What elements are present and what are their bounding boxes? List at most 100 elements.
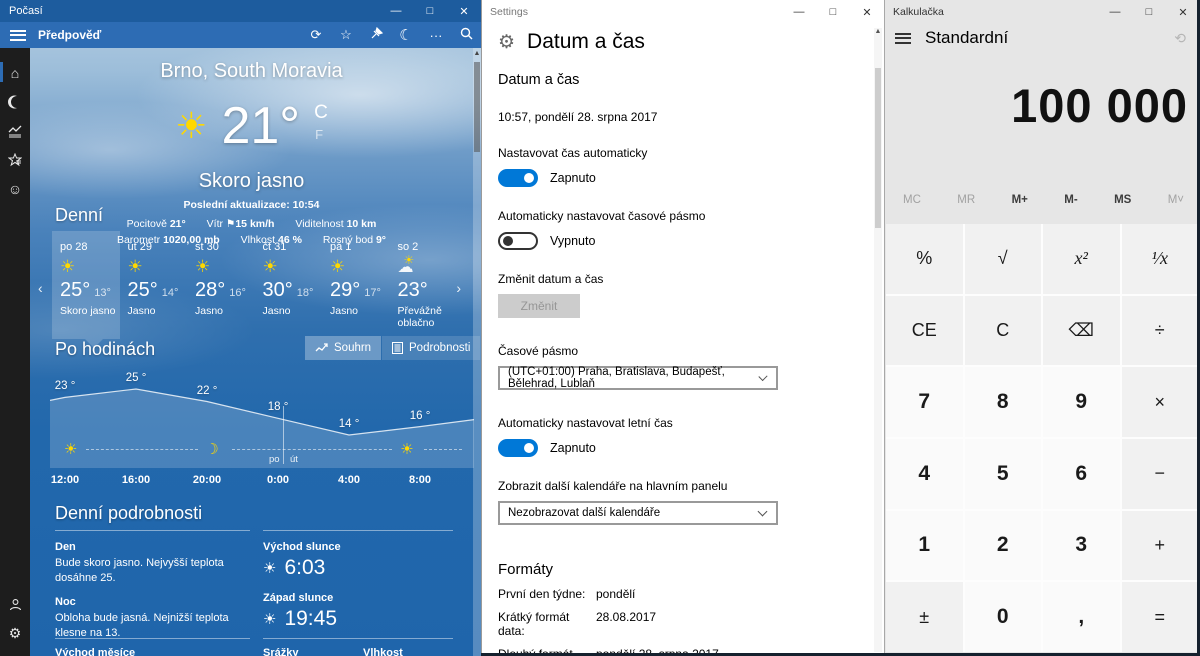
calc-button-clear-entry[interactable]: CE xyxy=(886,296,963,366)
auto-timezone-toggle[interactable] xyxy=(498,232,538,250)
daily-next-arrow[interactable]: › xyxy=(456,280,461,296)
search-icon[interactable] xyxy=(451,27,481,43)
celsius-toggle[interactable]: C xyxy=(314,103,328,122)
hamburger-menu-icon[interactable] xyxy=(10,30,26,41)
weather-scrollbar[interactable]: ▲ xyxy=(473,48,481,656)
close-button[interactable]: ✕ xyxy=(1166,0,1200,24)
chart-temp-label: 18 ° xyxy=(263,401,293,413)
pin-icon[interactable] xyxy=(361,27,391,43)
minimize-button[interactable]: — xyxy=(379,0,413,22)
chart-temp-label: 23 ° xyxy=(50,380,80,392)
calc-button-seven[interactable]: 7 xyxy=(886,367,963,437)
chart-axis-label: 8:00 xyxy=(398,474,442,486)
calc-button-six[interactable]: 6 xyxy=(1043,439,1120,509)
calc-button-two[interactable]: 2 xyxy=(965,511,1042,581)
hamburger-menu-icon[interactable] xyxy=(895,33,911,44)
calc-button-square[interactable]: x² xyxy=(1043,224,1120,294)
calc-button-eight[interactable]: 8 xyxy=(965,367,1042,437)
day-card[interactable]: pá 1 ☀ 29°17° Jasno xyxy=(322,231,390,339)
calc-button-subtract[interactable]: − xyxy=(1122,439,1199,509)
settings-content: ⚙ Datum a čas Datum a čas 10:57, pondělí… xyxy=(498,24,854,656)
sidebar-item-home[interactable]: ⌂ xyxy=(0,58,30,87)
extra-calendars-dropdown[interactable]: Nezobrazovat další kalendáře xyxy=(498,501,778,525)
maximize-button[interactable]: □ xyxy=(816,0,850,24)
change-button[interactable]: Změnit xyxy=(498,294,580,318)
calculator-mode[interactable]: Standardní xyxy=(925,28,1174,48)
memory-subtract-button[interactable]: M- xyxy=(1064,194,1077,206)
calc-button-three[interactable]: 3 xyxy=(1043,511,1120,581)
calc-button-multiply[interactable]: × xyxy=(1122,367,1199,437)
day-card[interactable]: so 2 ☀☁ 23° Převážně oblačno xyxy=(390,231,458,339)
day-card[interactable]: st 30 ☀ 28°16° Jasno xyxy=(187,231,255,339)
memory-clear-button[interactable]: MC xyxy=(903,194,921,206)
calc-button-add[interactable]: + xyxy=(1122,511,1199,581)
calc-button-clear[interactable]: C xyxy=(965,296,1042,366)
chart-axis-label: 4:00 xyxy=(327,474,371,486)
sidebar-item-settings[interactable]: ⚙ xyxy=(0,619,30,648)
format-row: Krátký formát data:28.08.2017 xyxy=(498,610,854,638)
day-label-right: út xyxy=(290,454,298,465)
sidebar-item-maps[interactable] xyxy=(0,87,30,116)
calc-button-four[interactable]: 4 xyxy=(886,439,963,509)
sunny-icon: ☀ xyxy=(175,105,207,147)
dst-toggle[interactable] xyxy=(498,439,538,457)
sidebar-item-account[interactable] xyxy=(0,590,30,619)
more-options-icon[interactable]: ··· xyxy=(421,28,451,43)
calc-button-reciprocal[interactable]: ¹⁄x xyxy=(1122,224,1199,294)
settings-scrollbar[interactable]: ▲ xyxy=(874,28,882,652)
chart-axis-label: 0:00 xyxy=(256,474,300,486)
maximize-button[interactable]: □ xyxy=(413,0,447,22)
day-card[interactable]: út 29 ☀ 25°14° Jasno xyxy=(120,231,188,339)
change-datetime-label: Změnit datum a čas xyxy=(498,272,854,286)
favorite-star-icon[interactable]: ☆ xyxy=(331,27,361,43)
day-card[interactable]: čt 31 ☀ 30°18° Jasno xyxy=(255,231,323,339)
chart-icon xyxy=(315,343,328,354)
calc-button-square-root[interactable]: √ xyxy=(965,224,1042,294)
close-button[interactable]: ✕ xyxy=(850,0,884,24)
weather-content: Brno, South Moravia ☀ 21° C F Skoro jasn… xyxy=(30,48,473,656)
auto-time-toggle[interactable] xyxy=(498,169,538,187)
calc-button-divide[interactable]: ÷ xyxy=(1122,296,1199,366)
sunset-icon: ☀ xyxy=(263,610,276,628)
calc-button-backspace[interactable]: ⌫ xyxy=(1043,296,1120,366)
sidebar-item-feedback[interactable]: ☺ xyxy=(0,174,30,203)
memory-flyout-button[interactable]: M˅ xyxy=(1168,194,1184,206)
calculator-window: Kalkulačka — □ ✕ Standardní ⟲ 100 000 MC… xyxy=(884,0,1200,656)
minimize-button[interactable]: — xyxy=(1098,0,1132,24)
scroll-up-arrow[interactable]: ▲ xyxy=(473,49,481,59)
location-title[interactable]: Brno, South Moravia xyxy=(30,60,473,83)
refresh-icon[interactable]: ⟳ xyxy=(301,27,331,43)
day-card[interactable]: po 28 ☀ 25°13° Skoro jasno xyxy=(52,231,120,339)
calc-button-zero[interactable]: 0 xyxy=(965,582,1042,652)
calc-button-nine[interactable]: 9 xyxy=(1043,367,1120,437)
calc-button-negate[interactable]: ± xyxy=(886,582,963,652)
calc-button-percent[interactable]: % xyxy=(886,224,963,294)
scroll-up-arrow[interactable]: ▲ xyxy=(874,28,882,35)
maximize-button[interactable]: □ xyxy=(1132,0,1166,24)
sidebar-item-favorites[interactable] xyxy=(0,145,30,174)
calc-button-five[interactable]: 5 xyxy=(965,439,1042,509)
memory-recall-button[interactable]: MR xyxy=(957,194,975,206)
moonrise-label: Východ měsíce xyxy=(55,647,250,656)
calc-button-equals[interactable]: = xyxy=(1122,582,1199,652)
sunny-icon: ☀ xyxy=(263,257,323,277)
scrollbar-thumb[interactable] xyxy=(875,68,881,228)
calc-button-one[interactable]: 1 xyxy=(886,511,963,581)
sidebar-item-history[interactable] xyxy=(0,116,30,145)
details-button[interactable]: Podrobnosti xyxy=(382,336,480,360)
sunny-icon: ☀ xyxy=(128,257,188,277)
summary-button[interactable]: Souhrn xyxy=(305,336,381,360)
memory-store-button[interactable]: MS xyxy=(1114,194,1131,206)
auto-timezone-state: Vypnuto xyxy=(550,234,595,248)
memory-add-button[interactable]: M+ xyxy=(1012,194,1028,206)
moon-icon[interactable]: ☾ xyxy=(391,26,421,44)
timezone-dropdown[interactable]: (UTC+01:00) Praha, Bratislava, Budapešť,… xyxy=(498,366,778,390)
humidity-label: Vlhkost xyxy=(363,647,403,656)
daily-prev-arrow[interactable]: ‹ xyxy=(38,280,43,296)
forecast-title: Předpověď xyxy=(38,28,301,42)
minimize-button[interactable]: — xyxy=(782,0,816,24)
close-button[interactable]: ✕ xyxy=(447,0,481,22)
fahrenheit-toggle[interactable]: F xyxy=(314,128,328,141)
calc-button-decimal-separator[interactable]: , xyxy=(1043,582,1120,652)
scrollbar-thumb[interactable] xyxy=(474,62,480,152)
